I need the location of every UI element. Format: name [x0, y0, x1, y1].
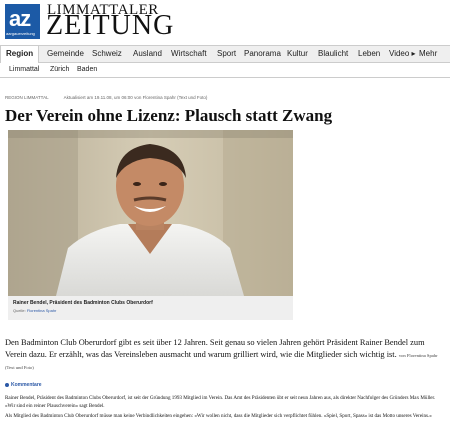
article-body: Rainer Bendel, Präsident des Badminton C… — [5, 394, 445, 420]
logo-mark: az — [9, 6, 31, 31]
photo-credit-label: Quelle: — [13, 308, 26, 313]
nav-item-kultur[interactable]: Kultur — [287, 49, 308, 58]
main-navigation: Region Gemeinde Schweiz Ausland Wirtscha… — [0, 45, 450, 63]
sub-navigation: Limmattal Zürich Baden — [0, 63, 450, 78]
comments-link[interactable]: Kommentare — [5, 382, 42, 388]
nav-item-mehr[interactable]: Mehr — [419, 49, 437, 58]
logo-subtitle: aargauerzeitung — [6, 31, 35, 36]
nav-item-sport[interactable]: Sport — [217, 49, 236, 58]
subnav-item-baden[interactable]: Baden — [77, 66, 97, 73]
brand-name-main[interactable]: ZEITUNG — [46, 12, 174, 40]
az-logo[interactable]: az aargauerzeitung — [5, 4, 40, 39]
article-lead: Den Badminton Club Oberurdorf gibt es se… — [5, 337, 445, 374]
nav-item-wirtschaft[interactable]: Wirtschaft — [171, 49, 207, 58]
masthead: az aargauerzeitung LIMMATTALER ZEITUNG — [0, 0, 450, 44]
nav-item-video[interactable]: Video ▸ — [389, 49, 416, 58]
photo-caption: Rainer Bendel, Präsident des Badminton C… — [13, 300, 153, 306]
nav-item-gemeinde[interactable]: Gemeinde — [47, 49, 84, 58]
nav-item-panorama[interactable]: Panorama — [244, 49, 281, 58]
nav-item-blaulicht[interactable]: Blaulicht — [318, 49, 348, 58]
subnav-item-limmattal[interactable]: Limmattal — [9, 66, 39, 73]
nav-item-schweiz[interactable]: Schweiz — [92, 49, 122, 58]
photo-caption-box: Rainer Bendel, Präsident des Badminton C… — [8, 296, 293, 320]
subnav-item-zuerich[interactable]: Zürich — [50, 66, 69, 73]
body-paragraph: Rainer Bendel, Präsident des Badminton C… — [5, 395, 436, 410]
photo-credit-name[interactable]: Florentina Spahr — [27, 308, 57, 313]
portrait-image — [8, 130, 293, 296]
nav-item-leben[interactable]: Leben — [358, 49, 380, 58]
lead-text: Den Badminton Club Oberurdorf gibt es se… — [5, 338, 425, 359]
comment-bullet-icon — [5, 382, 9, 387]
nav-item-ausland[interactable]: Ausland — [133, 49, 162, 58]
comments-label: Kommentare — [11, 382, 42, 388]
nav-item-region[interactable]: Region — [0, 46, 40, 63]
update-info: Aktualisiert am 19.11.08, um 06:00 von F… — [63, 95, 208, 100]
photo-credit: Quelle: Florentina Spahr — [13, 308, 56, 313]
article-meta: REGION LIMMATTAL Aktualisiert am 19.11.0… — [5, 95, 207, 100]
article-title: Der Verein ohne Lizenz: Plausch statt Zw… — [5, 106, 333, 125]
section-label[interactable]: REGION LIMMATTAL — [5, 95, 49, 100]
article-photo[interactable] — [8, 130, 293, 296]
body-paragraph: Als Mitglied des Badminton Club Oberurdo… — [5, 412, 432, 419]
